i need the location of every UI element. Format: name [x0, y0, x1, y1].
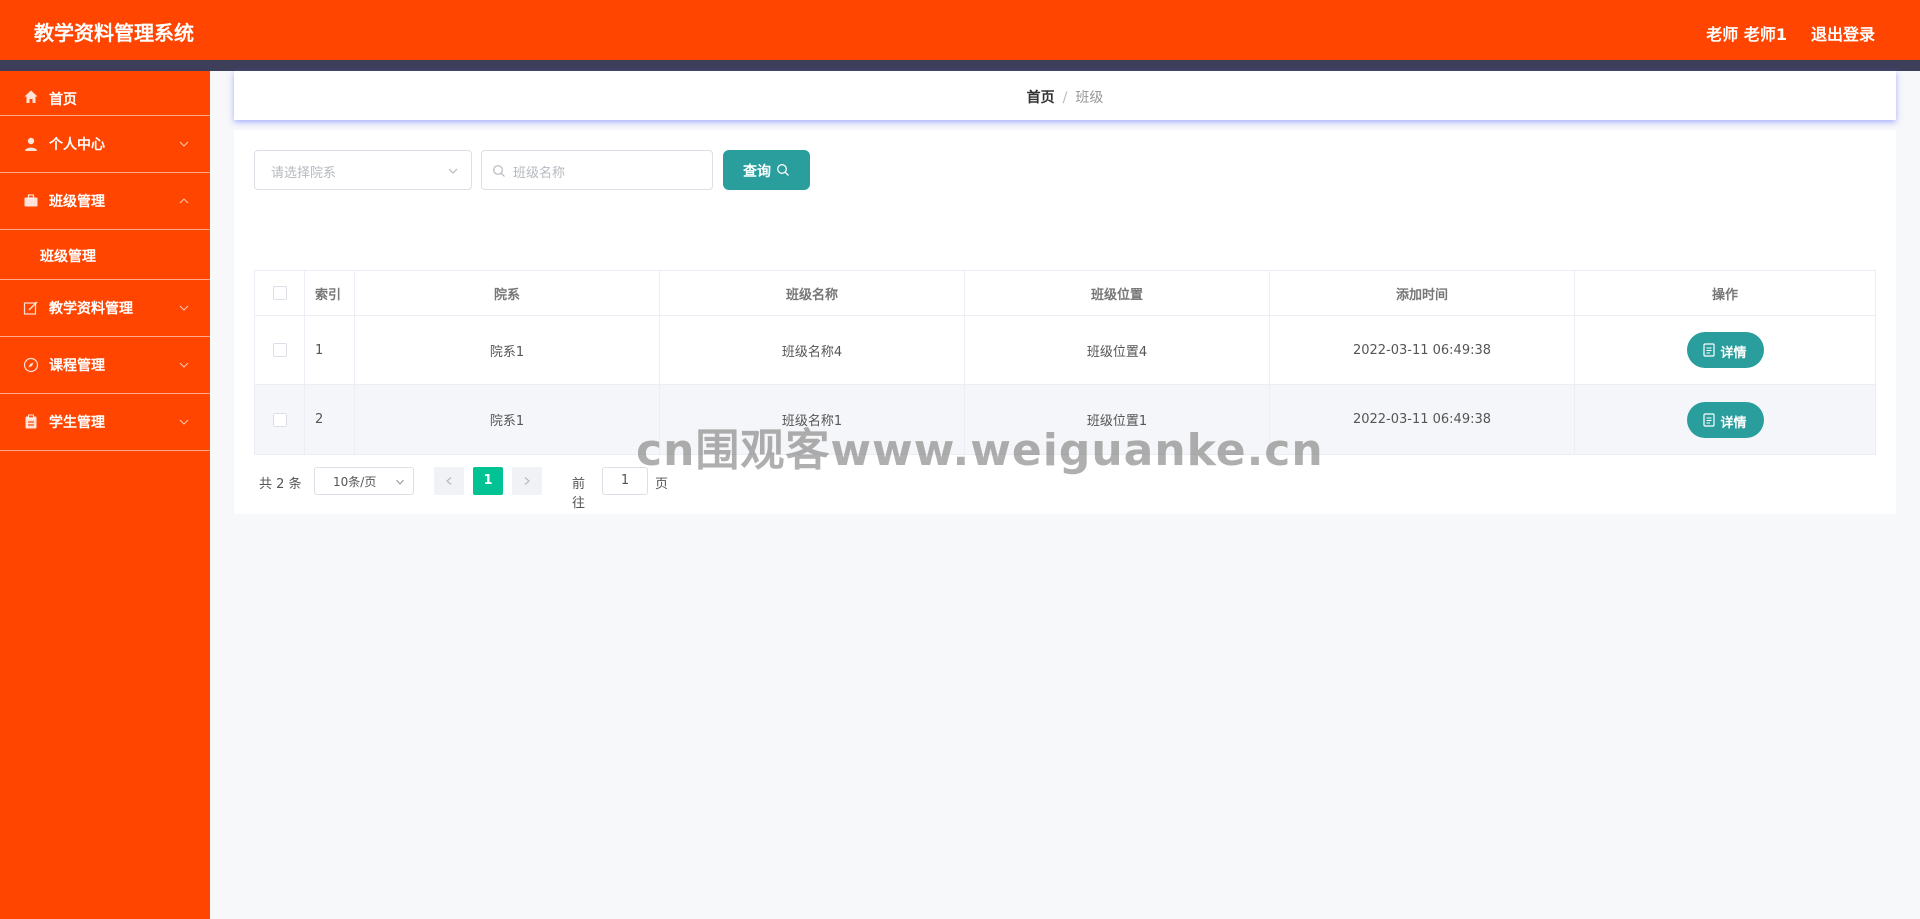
sidebar-item-label: 首页 [49, 92, 77, 108]
query-button-label: 查询 [743, 163, 771, 179]
page-size-value: 10条/页 [333, 475, 377, 489]
home-icon [24, 90, 38, 103]
chevron-left-icon [446, 477, 452, 485]
cell-department: 院系1 [355, 316, 660, 384]
sidebar-item-student-management[interactable]: 学生管理 [0, 394, 210, 451]
cell-index: 1 [305, 316, 355, 384]
compass-icon [23, 357, 39, 373]
table-row: 1 院系1 班级名称4 班级位置4 2022-03-11 06:49:38 详情 [255, 316, 1875, 385]
row-select-cell [255, 385, 305, 454]
cell-actions: 详情 [1575, 316, 1875, 384]
row-select-cell [255, 316, 305, 384]
cell-added-time: 2022-03-11 06:49:38 [1270, 316, 1575, 384]
cell-index: 2 [305, 385, 355, 454]
sidebar-item-label: 教学资料管理 [49, 301, 133, 317]
class-name-input[interactable]: 班级名称 [481, 150, 713, 190]
sidebar-item-label: 个人中心 [49, 137, 105, 153]
department-select-placeholder: 请选择院系 [271, 166, 337, 181]
header-divider [0, 60, 1920, 71]
sidebar-item-teaching-materials[interactable]: 教学资料管理 [0, 280, 210, 337]
class-name-placeholder: 班级名称 [513, 166, 566, 181]
column-header-department: 院系 [355, 271, 660, 315]
chevron-down-icon [179, 305, 189, 311]
user-icon [25, 137, 37, 151]
pagination-total: 共 2 条 [259, 477, 302, 492]
select-all-cell [255, 271, 305, 315]
table-header-row: 索引 院系 班级名称 班级位置 添加时间 操作 [255, 271, 1875, 316]
search-icon [777, 164, 789, 176]
select-all-checkbox[interactable] [272, 286, 287, 300]
cell-class-name: 班级名称4 [660, 316, 965, 384]
watermark: cn围观客www.weiguanke.cn [636, 425, 1324, 476]
column-header-class-name: 班级名称 [660, 271, 965, 315]
chevron-down-icon [179, 419, 189, 425]
goto-label: 前往 [572, 477, 586, 511]
detail-button[interactable]: 详情 [1686, 332, 1764, 368]
row-checkbox[interactable] [272, 412, 287, 427]
chevron-down-icon [179, 141, 189, 147]
app-title: 教学资料管理系统 [34, 21, 194, 45]
top-header: 教学资料管理系统 老师 老师1 退出登录 [0, 0, 1920, 60]
chevron-down-icon [179, 362, 189, 368]
sidebar-item-label: 课程管理 [49, 358, 105, 374]
document-icon [1702, 343, 1715, 357]
sidebar-item-label: 班级管理 [49, 194, 105, 210]
query-button[interactable]: 查询 [723, 150, 810, 190]
column-header-actions: 操作 [1711, 287, 1738, 303]
prev-page-button[interactable] [434, 467, 464, 495]
sidebar: 首页 个人中心 班级管理 班级管理 教学资料管理 课程管理 学生管理 [0, 71, 210, 919]
sidebar-item-profile[interactable]: 个人中心 [0, 116, 210, 173]
next-page-button[interactable] [512, 467, 542, 495]
breadcrumb-card: 首页 / 班级 [234, 71, 1896, 120]
sidebar-item-course-management[interactable]: 课程管理 [0, 337, 210, 394]
sidebar-item-class-management[interactable]: 班级管理 [0, 173, 210, 230]
chevron-up-icon [179, 198, 189, 204]
breadcrumb-separator: / [1062, 90, 1068, 106]
cell-department: 院系1 [355, 385, 660, 454]
row-checkbox[interactable] [272, 343, 287, 357]
page-number-current[interactable]: 1 [473, 467, 503, 495]
search-icon [493, 165, 505, 177]
logout-link[interactable]: 退出登录 [1811, 21, 1875, 45]
edit-icon [23, 301, 38, 315]
submenu-item-label: 班级管理 [40, 249, 96, 265]
department-select[interactable]: 请选择院系 [254, 150, 472, 190]
clipboard-icon [25, 414, 37, 429]
sidebar-item-home[interactable]: 首页 [0, 71, 210, 116]
chevron-right-icon [524, 477, 530, 485]
breadcrumb: 首页 / 班级 [234, 87, 1896, 107]
chevron-down-icon [448, 168, 458, 174]
detail-button-label: 详情 [1720, 414, 1747, 430]
current-user: 老师 老师1 [1706, 25, 1787, 44]
briefcase-icon [24, 194, 38, 207]
page-size-select[interactable]: 10条/页 [314, 467, 414, 495]
detail-button[interactable]: 详情 [1686, 401, 1764, 438]
column-header-added-time: 添加时间 [1270, 271, 1575, 315]
submenu-item-class-management[interactable]: 班级管理 [0, 230, 210, 280]
document-icon [1702, 412, 1715, 427]
chevron-down-icon [396, 479, 404, 485]
cell-class-location: 班级位置4 [965, 316, 1270, 384]
breadcrumb-home[interactable]: 首页 [1027, 90, 1055, 106]
sidebar-item-label: 学生管理 [49, 415, 105, 431]
cell-actions: 详情 [1575, 385, 1875, 454]
detail-button-label: 详情 [1720, 345, 1747, 360]
column-header-index: 索引 [305, 271, 355, 315]
breadcrumb-current: 班级 [1075, 90, 1104, 106]
column-header-class-location: 班级位置 [965, 271, 1270, 315]
